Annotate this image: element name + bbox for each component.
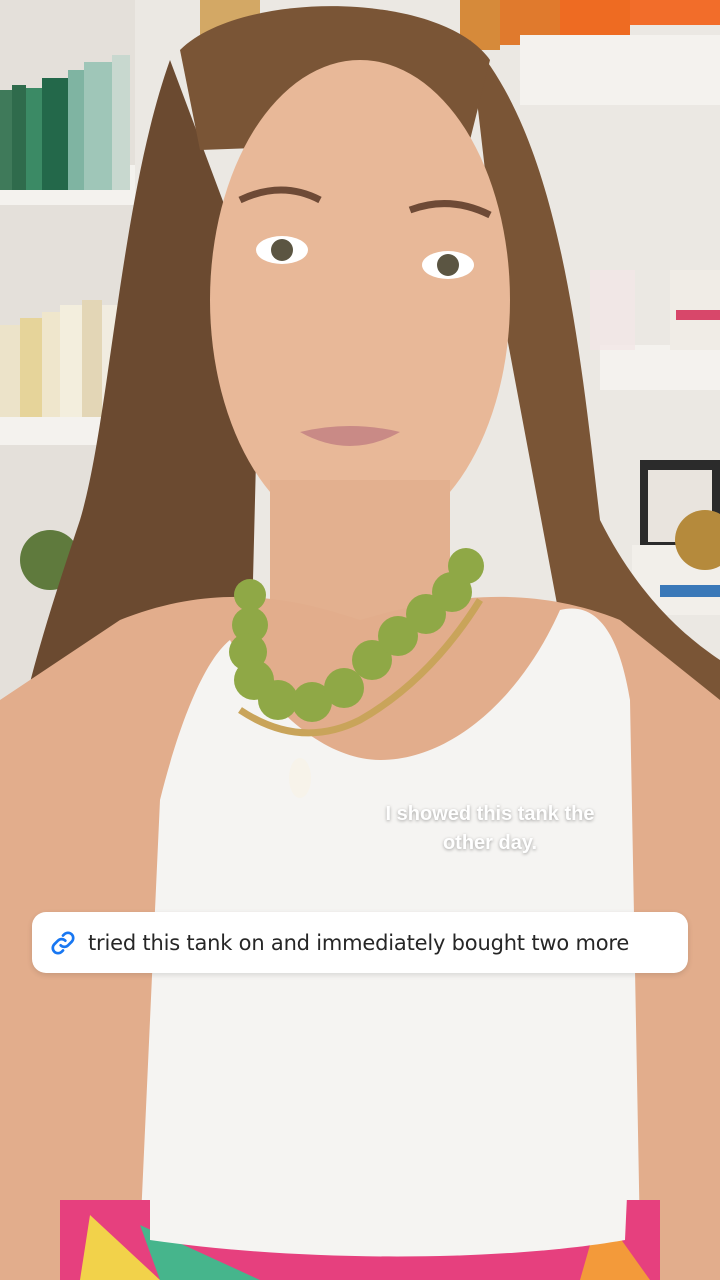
link-icon [48, 928, 78, 958]
story-background-image [0, 0, 720, 1280]
story-photo: I showed this tank the other day. tried … [0, 0, 720, 1280]
caption-line-2: other day. [442, 832, 538, 854]
link-sticker[interactable]: tried this tank on and immediately bough… [32, 912, 688, 973]
link-sticker-label: tried this tank on and immediately bough… [88, 930, 630, 955]
story-caption-text: I showed this tank the other day. [340, 800, 640, 858]
caption-line-1: I showed this tank the [385, 803, 595, 825]
